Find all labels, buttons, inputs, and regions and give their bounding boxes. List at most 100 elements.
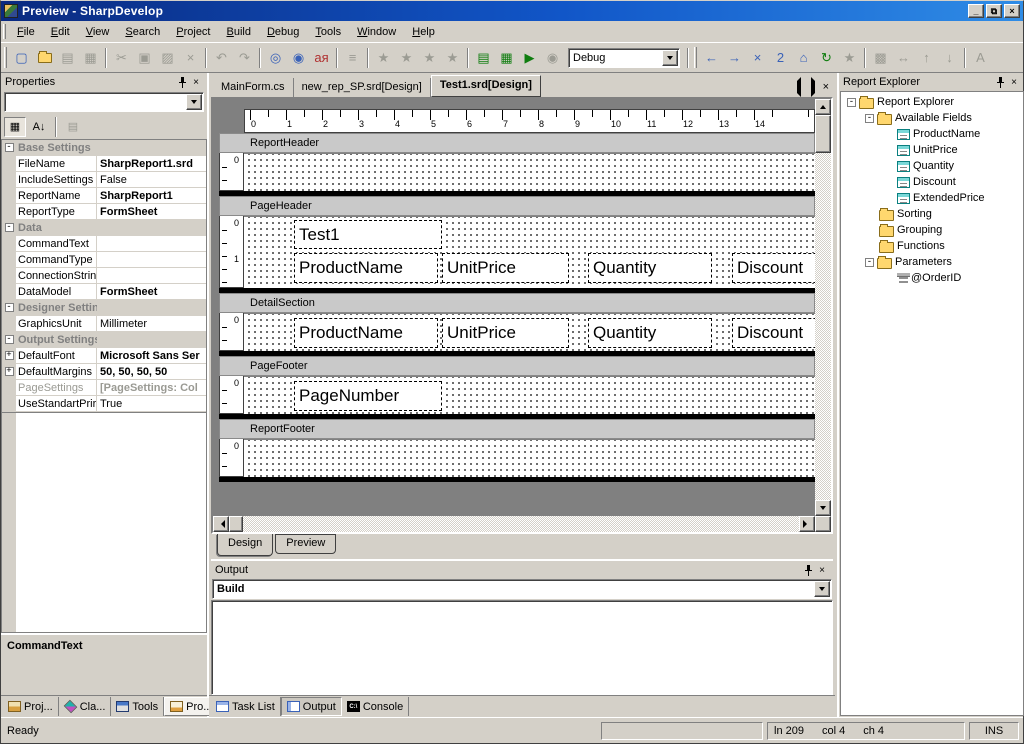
menu-file[interactable]: File	[9, 23, 43, 41]
refresh-icon[interactable]: ↻	[815, 47, 838, 69]
report-item-productname[interactable]: ProductName	[294, 253, 438, 283]
scroll-down-icon[interactable]	[815, 500, 831, 516]
close-doc-icon[interactable]: ×	[746, 47, 769, 69]
fill-icon[interactable]: ▩	[869, 47, 892, 69]
home-icon[interactable]: ⌂	[792, 47, 815, 69]
nav-forward-icon[interactable]: →	[723, 47, 746, 69]
report-item-title[interactable]: Test1	[294, 220, 442, 249]
menu-project[interactable]: Project	[168, 23, 218, 41]
combo-dropdown-button[interactable]	[814, 581, 830, 597]
horizontal-scroll-thumb[interactable]	[229, 516, 243, 532]
copy-icon[interactable]: ▣	[133, 47, 156, 69]
section-divider[interactable]	[219, 477, 815, 482]
close-tab-icon[interactable]: ×	[823, 81, 829, 93]
report-item-discount[interactable]: Discount	[732, 318, 815, 348]
pin-icon[interactable]	[175, 76, 189, 89]
menu-tools[interactable]: Tools	[307, 23, 349, 41]
tree-item-orderid[interactable]: @OrderID	[841, 270, 1023, 286]
report-item-discount[interactable]: Discount	[732, 253, 815, 283]
property-row[interactable]: CommandText	[2, 236, 206, 252]
find-next-icon[interactable]: ◉	[287, 47, 310, 69]
cut-icon[interactable]: ✂	[110, 47, 133, 69]
section-surface-detailsection[interactable]: ProductName UnitPrice Quantity Discount	[244, 313, 815, 351]
close-icon[interactable]: ×	[1007, 76, 1021, 89]
toolbar-grip-2[interactable]	[694, 47, 697, 67]
property-row[interactable]: PageSettings[PageSettings: Col	[2, 380, 206, 396]
tree-item-root[interactable]: -Report Explorer	[841, 94, 1023, 110]
tree-item-extendedprice[interactable]: ExtendedPrice	[841, 190, 1023, 206]
property-row[interactable]: CommandType	[2, 252, 206, 268]
property-category[interactable]: -Output Settings	[2, 332, 206, 348]
bookmark-toggle-icon[interactable]: ★	[372, 47, 395, 69]
tree-item-unitprice[interactable]: UnitPrice	[841, 142, 1023, 158]
section-bar-detailsection[interactable]: DetailSection	[219, 293, 815, 313]
menu-window[interactable]: Window	[349, 23, 404, 41]
report-item-quantity[interactable]: Quantity	[588, 318, 712, 348]
property-row[interactable]: IncludeSettingsFalse	[2, 172, 206, 188]
object-selector-combo[interactable]	[4, 92, 204, 112]
tab-console[interactable]: C:\Console	[342, 697, 409, 716]
comment-region-icon[interactable]: ≡	[341, 47, 364, 69]
build-icon[interactable]: ▤	[472, 47, 495, 69]
redo-icon[interactable]: ↷	[233, 47, 256, 69]
vertical-scroll-thumb[interactable]	[815, 115, 831, 153]
combo-dropdown-button[interactable]	[662, 50, 678, 66]
tab-tools[interactable]: Tools	[111, 697, 164, 716]
property-row[interactable]: FileNameSharpReport1.srd	[2, 156, 206, 172]
resize-h-icon[interactable]: ↔	[892, 47, 915, 69]
section-bar-reportheader[interactable]: ReportHeader	[219, 133, 815, 153]
report-item-productname[interactable]: ProductName	[294, 318, 438, 348]
property-row[interactable]: UseStandartPrirTrue	[2, 396, 206, 412]
bookmark-next-icon[interactable]: ★	[418, 47, 441, 69]
undo-icon[interactable]: ↶	[210, 47, 233, 69]
property-row[interactable]: ReportTypeFormSheet	[2, 204, 206, 220]
section-surface-pageheader[interactable]: Test1 ProductName UnitPrice Quantity Dis…	[244, 216, 815, 288]
debug-config-combo[interactable]: Debug	[568, 48, 680, 68]
nav-back-icon[interactable]: ←	[700, 47, 723, 69]
new-file-icon[interactable]: ▢	[10, 47, 33, 69]
property-row[interactable]: +DefaultMargins50, 50, 50, 50	[2, 364, 206, 380]
report-item-pagenumber[interactable]: PageNumber	[294, 381, 442, 411]
tree-item-grouping[interactable]: Grouping	[841, 222, 1023, 238]
minimize-button[interactable]: _	[968, 4, 984, 18]
menu-build[interactable]: Build	[219, 23, 259, 41]
tree-item-available-fields[interactable]: -Available Fields	[841, 110, 1023, 126]
menu-debug[interactable]: Debug	[259, 23, 307, 41]
save-icon[interactable]: ▤	[56, 47, 79, 69]
save-all-icon[interactable]: ▦	[79, 47, 102, 69]
tab-design[interactable]: Design	[217, 534, 273, 556]
restore-button[interactable]: ⧉	[986, 4, 1002, 18]
tree-item-sorting[interactable]: Sorting	[841, 206, 1023, 222]
menu-grip[interactable]	[3, 24, 6, 39]
property-row[interactable]: GraphicsUnitMillimeter	[2, 316, 206, 332]
property-row[interactable]: +DefaultFontMicrosoft Sans Ser	[2, 348, 206, 364]
scroll-right-icon[interactable]	[799, 516, 815, 532]
property-row[interactable]: DataModelFormSheet	[2, 284, 206, 300]
tree-item-productname[interactable]: ProductName	[841, 126, 1023, 142]
menu-view[interactable]: View	[78, 23, 118, 41]
scroll-tabs-right-icon[interactable]	[808, 81, 819, 93]
close-icon[interactable]: ×	[189, 76, 203, 89]
tab-test1-srd[interactable]: Test1.srd[Design]	[431, 75, 541, 97]
report-item-unitprice[interactable]: UnitPrice	[442, 318, 569, 348]
output-text-area[interactable]	[211, 600, 833, 695]
section-bar-reportfooter[interactable]: ReportFooter	[219, 419, 815, 439]
property-row[interactable]: ReportNameSharpReport1	[2, 188, 206, 204]
close-button[interactable]: ×	[1004, 4, 1020, 18]
bookmark-prev-icon[interactable]: ★	[395, 47, 418, 69]
tab-projects[interactable]: Proj...	[3, 697, 59, 716]
close-icon[interactable]: ×	[815, 564, 829, 577]
favorites-icon[interactable]: ★	[838, 47, 861, 69]
scroll-tabs-left-icon[interactable]	[793, 81, 804, 93]
open-file-icon[interactable]	[33, 47, 56, 69]
report-item-quantity[interactable]: Quantity	[588, 253, 712, 283]
property-row[interactable]: ConnectionStrin	[2, 268, 206, 284]
replace-icon[interactable]: aя	[310, 47, 333, 69]
property-category[interactable]: -Data	[2, 220, 206, 236]
sort-icon[interactable]: A	[969, 47, 992, 69]
output-category-combo[interactable]: Build	[212, 579, 832, 599]
menu-edit[interactable]: Edit	[43, 23, 78, 41]
section-bar-pageheader[interactable]: PageHeader	[219, 196, 815, 216]
tab-classes[interactable]: Cla...	[59, 697, 112, 716]
bookmark-clear-icon[interactable]: ★	[441, 47, 464, 69]
